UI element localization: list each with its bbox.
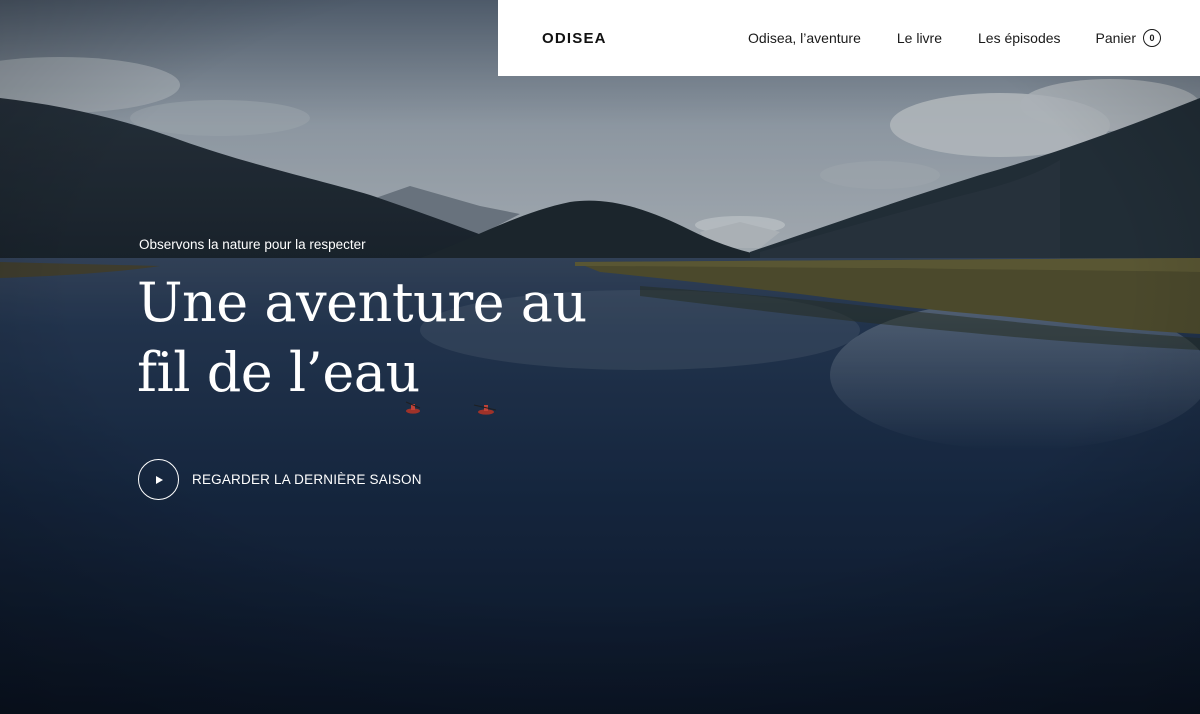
cart-button[interactable]: Panier 0 <box>1096 29 1161 47</box>
nav-links: Odisea, l’aventure Le livre Les épisodes… <box>748 29 1161 47</box>
top-navigation: ODISEA Odisea, l’aventure Le livre Les é… <box>498 0 1200 76</box>
play-icon <box>155 475 163 484</box>
watch-season-button[interactable]: REGARDER LA DERNIÈRE SAISON <box>138 459 422 500</box>
hero-section: ODISEA Odisea, l’aventure Le livre Les é… <box>0 0 1200 714</box>
cart-count-badge: 0 <box>1143 29 1161 47</box>
play-button[interactable] <box>138 459 179 500</box>
nav-link-episodes[interactable]: Les épisodes <box>978 30 1061 46</box>
hero-eyebrow: Observons la nature pour la respecter <box>139 237 366 252</box>
hero-title: Une aventure au fil de l’eau <box>137 268 657 408</box>
cart-label: Panier <box>1095 30 1136 46</box>
nav-link-livre[interactable]: Le livre <box>897 30 942 46</box>
hero-title-line-2: fil de l’eau <box>137 341 420 404</box>
brand-logo[interactable]: ODISEA <box>542 30 607 47</box>
watch-season-label: REGARDER LA DERNIÈRE SAISON <box>192 472 422 487</box>
hero-title-line-1: Une aventure au <box>137 271 587 334</box>
nav-link-aventure[interactable]: Odisea, l’aventure <box>748 30 861 46</box>
